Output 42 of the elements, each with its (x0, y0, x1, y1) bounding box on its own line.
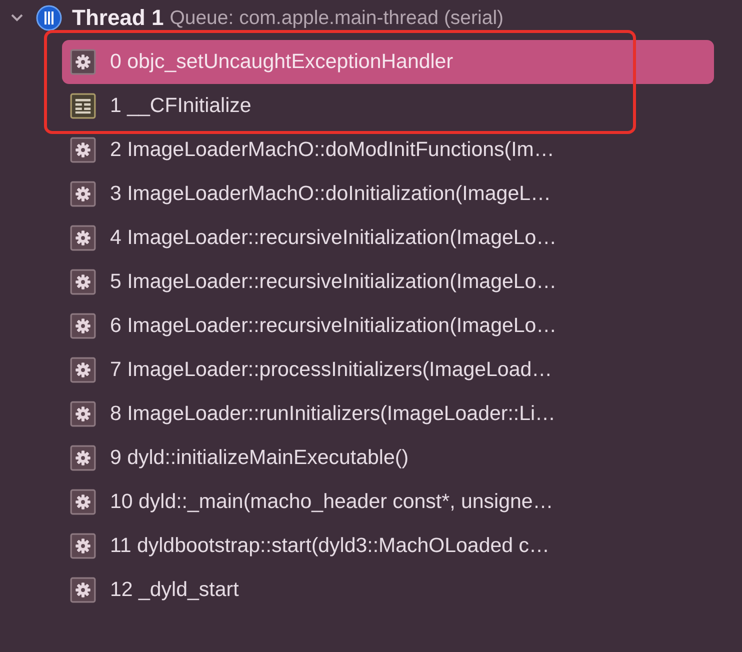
gear-icon (70, 357, 96, 383)
frame-label: 1 __CFInitialize (110, 94, 252, 118)
stack-frame-row[interactable]: 11 dyldbootstrap::start(dyld3::MachOLoaded c… (62, 524, 714, 568)
frame-label: 0 objc_setUncaughtExceptionHandler (110, 50, 454, 74)
gear-icon (70, 225, 96, 251)
stack-frame-row[interactable]: 9 dyld::initializeMainExecutable() (62, 436, 714, 480)
frame-label: 2 ImageLoaderMachO::doModInitFunctions(Im… (110, 138, 554, 162)
frame-label: 5 ImageLoader::recursiveInitialization(ImageLo… (110, 270, 557, 294)
stack-frame-row[interactable]: 7 ImageLoader::processInitializers(ImageLoad… (62, 348, 714, 392)
stack-frame-row[interactable]: 4 ImageLoader::recursiveInitialization(ImageLo… (62, 216, 714, 260)
stack-frame-row[interactable]: 5 ImageLoader::recursiveInitialization(ImageLo… (62, 260, 714, 304)
gear-icon (70, 49, 96, 75)
frame-label: 8 ImageLoader::runInitializers(ImageLoader::Li… (110, 402, 556, 426)
frame-label: 6 ImageLoader::recursiveInitialization(ImageLo… (110, 314, 557, 338)
gear-icon (70, 313, 96, 339)
frame-label: 4 ImageLoader::recursiveInitialization(ImageLo… (110, 226, 557, 250)
stack-frame-row[interactable]: 8 ImageLoader::runInitializers(ImageLoader::Li… (62, 392, 714, 436)
queue-label: Queue: com.apple.main-thread (serial) (170, 6, 504, 30)
gear-icon (70, 269, 96, 295)
gear-icon (70, 137, 96, 163)
stack-frame-row[interactable]: 6 ImageLoader::recursiveInitialization(ImageLo… (62, 304, 714, 348)
frame-label: 9 dyld::initializeMainExecutable() (110, 446, 409, 470)
stack-frame-row[interactable]: 10 dyld::_main(macho_header const*, unsigne… (62, 480, 714, 524)
stack-frame-row[interactable]: 3 ImageLoaderMachO::doInitialization(ImageL… (62, 172, 714, 216)
stack-frame-row[interactable]: 2 ImageLoaderMachO::doModInitFunctions(Im… (62, 128, 714, 172)
frame-label: 7 ImageLoader::processInitializers(ImageLoad… (110, 358, 552, 382)
frame-label: 10 dyld::_main(macho_header const*, unsigne… (110, 490, 554, 514)
gear-icon (70, 577, 96, 603)
gear-icon (70, 445, 96, 471)
frame-label: 12 _dyld_start (110, 578, 239, 602)
stack-frame-row[interactable]: 12 _dyld_start (62, 568, 714, 612)
stack-frame-row[interactable]: 0 objc_setUncaughtExceptionHandler (62, 40, 714, 84)
gear-icon (70, 489, 96, 515)
thread-icon (36, 5, 62, 31)
frame-label: 11 dyldbootstrap::start(dyld3::MachOLoaded c… (110, 534, 550, 558)
library-icon (70, 93, 96, 119)
gear-icon (70, 181, 96, 207)
gear-icon (70, 533, 96, 559)
thread-title: Thread 1 (72, 5, 164, 31)
frame-label: 3 ImageLoaderMachO::doInitialization(ImageL… (110, 182, 551, 206)
stack-frame-row[interactable]: 1 __CFInitialize (62, 84, 714, 128)
gear-icon (70, 401, 96, 427)
